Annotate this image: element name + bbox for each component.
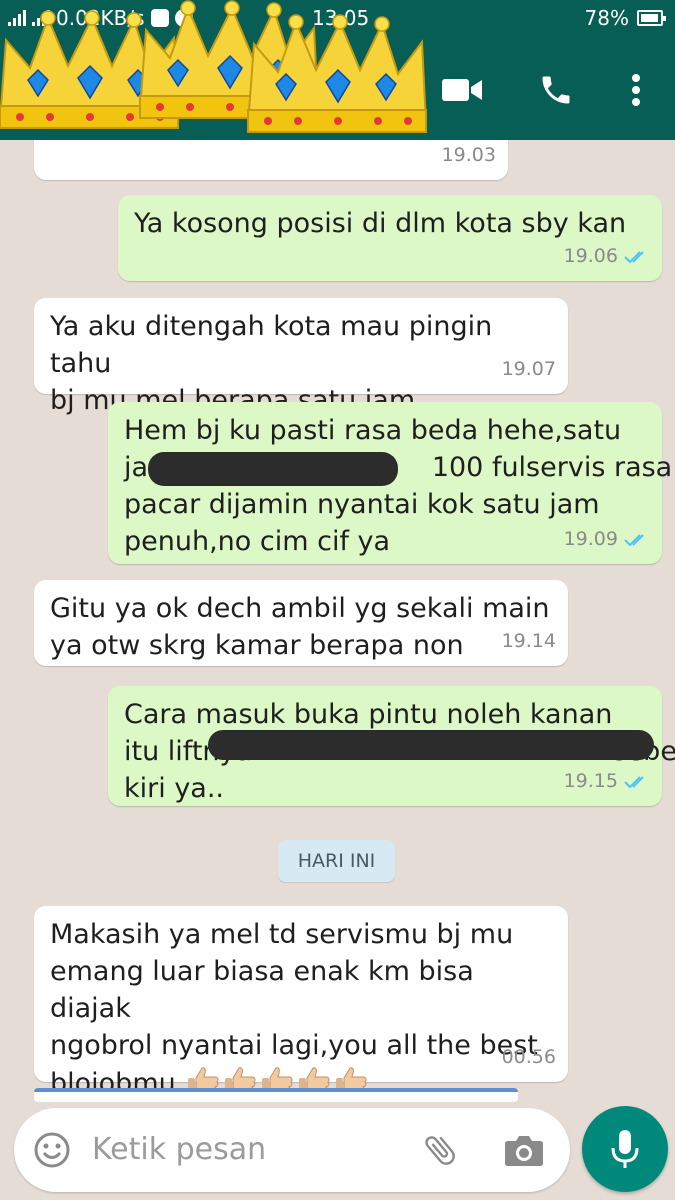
redaction-mark — [208, 730, 654, 760]
message-time: 19.07 — [501, 358, 556, 380]
message-meta: 19.14 — [502, 623, 556, 660]
read-ticks-icon — [624, 250, 644, 263]
video-call-icon — [442, 79, 482, 101]
message-bubble-incoming[interactable]: Makasih ya mel td servismu bj mu emang l… — [34, 906, 568, 1099]
mic-icon — [611, 1130, 639, 1168]
message-input-bar[interactable]: Ketik pesan — [14, 1108, 570, 1192]
emoji-button[interactable] — [30, 1128, 74, 1172]
message-meta: 19.15 — [564, 763, 650, 800]
battery-percent: 78% — [584, 6, 629, 30]
message-bubble-outgoing[interactable]: Hem bj ku pasti rasa beda hehe,satu jam … — [108, 402, 672, 564]
message-time: 19.09 — [563, 528, 618, 550]
message-time: 19.03 — [441, 144, 496, 166]
message-text: Makasih ya mel td servismu bj mu emang l… — [50, 916, 550, 1100]
read-ticks-icon — [624, 533, 644, 546]
status-right: 78% — [584, 6, 666, 30]
phone-call-icon — [542, 76, 570, 104]
more-options-icon — [632, 74, 640, 106]
message-time: 00.56 — [501, 1046, 556, 1068]
attach-icon — [425, 1136, 455, 1165]
message-meta: 19.03 — [442, 140, 496, 174]
message-text: Gitu ya ok dech ambil yg sekali main ya … — [50, 593, 550, 661]
attach-button[interactable] — [418, 1128, 462, 1172]
message-meta: 19.06 — [564, 238, 650, 275]
message-meta: 19.09 — [564, 521, 650, 558]
redaction-mark — [148, 452, 398, 486]
phone-call-button[interactable] — [534, 68, 578, 112]
more-options-button[interactable] — [614, 68, 658, 112]
message-text: Ya kosong posisi di dlm kota sby kan — [134, 208, 627, 239]
message-time: 19.06 — [563, 245, 618, 267]
next-message-peek — [34, 1088, 518, 1102]
camera-icon — [505, 1136, 543, 1166]
message-time: 19.14 — [501, 630, 556, 652]
date-separator: HARI INI — [278, 840, 395, 882]
emoji-icon — [34, 1132, 70, 1168]
chat-area[interactable]: 19.03 Ya kosong posisi di dlm kota sby k… — [0, 140, 675, 1100]
message-meta: 00.56 — [502, 1039, 556, 1076]
battery-icon — [637, 10, 666, 26]
camera-button[interactable] — [502, 1128, 546, 1172]
message-time: 19.15 — [563, 770, 618, 792]
message-bubble-outgoing[interactable]: Ya kosong posisi di dlm kota sby kan 19.… — [118, 195, 662, 281]
video-call-button[interactable] — [440, 68, 484, 112]
read-ticks-icon — [624, 775, 644, 788]
message-input-placeholder[interactable]: Ketik pesan — [92, 1132, 266, 1167]
voice-record-button[interactable] — [582, 1106, 668, 1192]
crown-stickers — [0, 0, 427, 133]
message-bubble-outgoing[interactable]: Cara masuk buka pintu noleh kanan itu li… — [108, 686, 675, 806]
message-bubble-incoming[interactable]: Gitu ya ok dech ambil yg sekali main ya … — [34, 580, 568, 666]
message-meta: 19.07 — [502, 351, 556, 388]
message-bubble-incoming[interactable]: Ya aku ditengah kota mau pingin tahu bj … — [34, 298, 568, 416]
message-bubble-incoming[interactable]: 19.03 — [34, 140, 508, 180]
